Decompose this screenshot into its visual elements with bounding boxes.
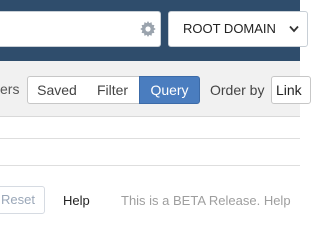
search-input[interactable]: [0, 11, 161, 47]
domain-select[interactable]: ROOT DOMAIN: [168, 11, 308, 47]
order-by-value: Link: [276, 82, 302, 98]
order-by-select[interactable]: Link: [271, 76, 311, 104]
query-input[interactable]: [0, 138, 300, 166]
beta-notice: This is a BETA Release. Help: [121, 193, 291, 208]
top-bar: ROOT DOMAIN: [0, 0, 308, 61]
tab-query[interactable]: Query: [139, 76, 200, 104]
help-link[interactable]: Help: [63, 193, 90, 208]
reset-button[interactable]: Reset: [0, 186, 45, 214]
tab-saved[interactable]: Saved: [27, 76, 87, 104]
filter-bar: ers Saved Filter Query Order by Link: [0, 61, 311, 117]
tab-filter[interactable]: Filter: [86, 76, 140, 104]
order-by-label: Order by: [210, 82, 265, 98]
chevron-down-icon: [289, 25, 299, 33]
gear-icon[interactable]: [140, 21, 156, 37]
filters-label: ers: [0, 81, 20, 97]
domain-select-value: ROOT DOMAIN: [183, 21, 276, 36]
